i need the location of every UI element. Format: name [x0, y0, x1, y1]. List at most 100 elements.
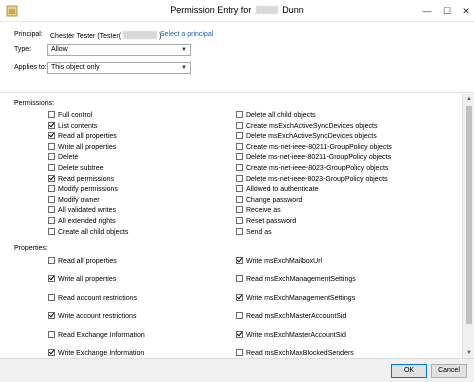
permission-checkbox-item[interactable]: Read permissions [48, 174, 114, 185]
checkbox-unchecked[interactable] [48, 257, 55, 264]
checkbox-unchecked[interactable] [236, 174, 243, 182]
checkbox-checked[interactable] [48, 132, 55, 140]
permission-checkbox-item[interactable]: Allowed to authenticate [236, 185, 318, 195]
checkbox-label: Change password [246, 196, 303, 204]
permission-checkbox-item[interactable]: Read all properties [48, 257, 117, 267]
permission-checkbox-item[interactable]: Modify owner [48, 195, 100, 206]
checkbox-unchecked[interactable] [48, 164, 55, 171]
permission-checkbox-item[interactable]: Receive as [236, 206, 281, 216]
checkbox-unchecked[interactable] [48, 293, 55, 301]
checkbox-unchecked[interactable] [236, 111, 243, 118]
checkbox-unchecked[interactable] [48, 217, 55, 224]
properties-label: Properties: [14, 245, 48, 252]
checkbox-label: Write all properties [58, 143, 117, 151]
checkbox-checked[interactable] [48, 312, 55, 320]
checkbox-label: Delete all child objects [246, 112, 316, 119]
minimize-button[interactable]: — [417, 3, 437, 19]
type-combobox[interactable]: Allow ▼ [47, 44, 191, 56]
checkbox-unchecked[interactable] [236, 121, 243, 129]
permission-checkbox-item[interactable]: Write msExchManagementSettings [236, 293, 356, 304]
permission-checkbox-item[interactable]: Write msExchMasterAccountSid [236, 330, 346, 341]
permission-checkbox-item[interactable]: Full control [48, 111, 92, 121]
checkbox-checked[interactable] [236, 330, 243, 338]
scroll-up-arrow-icon[interactable]: ▲ [463, 94, 474, 104]
checkbox-unchecked[interactable] [236, 164, 243, 171]
checkbox-unchecked[interactable] [48, 142, 55, 150]
permissions-scroll-area[interactable]: Permissions: Full control List contents Re… [0, 94, 462, 358]
checkbox-checked[interactable] [236, 257, 243, 264]
ok-button[interactable]: OK [391, 364, 427, 378]
checkbox-unchecked[interactable] [236, 275, 243, 283]
permission-checkbox-item[interactable]: Write Exchange Information [48, 349, 144, 358]
permission-checkbox-item[interactable]: Reset password [236, 217, 296, 227]
checkbox-unchecked[interactable] [236, 217, 243, 224]
checkbox-label: Write msExchManagementSettings [246, 294, 356, 302]
checkbox-label: Read msExchMaxBlockedSenders [246, 350, 354, 357]
close-button[interactable]: ✕ [456, 3, 474, 19]
permission-checkbox-item[interactable]: Write account restrictions [48, 312, 136, 322]
permission-checkbox-item[interactable]: Create msExchActiveSyncDevices objects [236, 121, 378, 132]
permission-checkbox-item[interactable]: Read msExchMaxBlockedSenders [236, 349, 354, 358]
permission-checkbox-item[interactable]: Read all properties [48, 132, 117, 142]
checkbox-unchecked[interactable] [48, 206, 55, 214]
window-title: Permission Entry for Dunn [0, 5, 474, 15]
chevron-down-icon: ▼ [181, 65, 187, 71]
checkbox-unchecked[interactable] [236, 132, 243, 140]
cancel-button[interactable]: Cancel [431, 364, 467, 378]
permission-checkbox-item[interactable]: Read msExchManagementSettings [236, 275, 356, 285]
permission-checkbox-item[interactable]: Read Exchange Information [48, 330, 145, 341]
select-principal-link[interactable]: Select a principal [160, 31, 213, 38]
checkbox-checked[interactable] [48, 121, 55, 129]
checkbox-unchecked[interactable] [48, 195, 55, 203]
checkbox-unchecked[interactable] [48, 111, 55, 118]
checkbox-unchecked[interactable] [236, 312, 243, 320]
applies-to-combobox[interactable]: This object only ▼ [47, 62, 191, 74]
checkbox-unchecked[interactable] [236, 142, 243, 150]
maximize-button[interactable]: ☐ [437, 3, 457, 19]
checkbox-checked[interactable] [48, 174, 55, 182]
scroll-down-arrow-icon[interactable]: ▼ [463, 348, 474, 358]
dialog-footer: OK Cancel [0, 358, 474, 382]
checkbox-unchecked[interactable] [48, 185, 55, 193]
permission-checkbox-item[interactable]: All validated writes [48, 206, 116, 216]
checkbox-label: All extended rights [58, 218, 116, 225]
vertical-scrollbar[interactable]: ▲ ▼ [462, 94, 474, 358]
checkbox-unchecked[interactable] [236, 185, 243, 193]
checkbox-unchecked[interactable] [236, 227, 243, 235]
permission-checkbox-item[interactable]: Delete all child objects [236, 111, 316, 121]
principal-label: Principal: [14, 31, 43, 38]
permission-checkbox-item[interactable]: Create ms-net-ieee-8023-GroupPolicy obje… [236, 164, 388, 174]
permission-checkbox-item[interactable]: Change password [236, 195, 303, 206]
permission-checkbox-item[interactable]: Delete subtree [48, 164, 104, 174]
checkbox-unchecked[interactable] [48, 153, 55, 161]
permission-checkbox-item[interactable]: Create ms-net-ieee-80211-GroupPolicy obj… [236, 142, 392, 153]
checkbox-unchecked[interactable] [236, 206, 243, 214]
checkbox-unchecked[interactable] [48, 330, 55, 338]
permission-checkbox-item[interactable]: Delete ms-net-ieee-8023-GroupPolicy obje… [236, 174, 388, 185]
permission-checkbox-item[interactable]: Write msExchMailboxUrl [236, 257, 322, 267]
permission-checkbox-item[interactable]: Delete [48, 153, 78, 163]
permission-checkbox-item[interactable]: Read account restrictions [48, 293, 137, 304]
checkbox-checked[interactable] [48, 275, 55, 283]
checkbox-checked[interactable] [48, 349, 55, 356]
permission-checkbox-item[interactable]: Delete ms-net-ieee-80211-GroupPolicy obj… [236, 153, 391, 163]
permission-checkbox-item[interactable]: Read msExchMasterAccountSid [236, 312, 346, 322]
checkbox-label: Full control [58, 112, 93, 119]
checkbox-checked[interactable] [236, 293, 243, 301]
checkbox-label: Read all properties [58, 133, 117, 141]
checkbox-unchecked[interactable] [236, 153, 243, 161]
permission-checkbox-item[interactable]: Create all child objects [48, 227, 128, 238]
checkbox-label: Send as [246, 228, 272, 236]
checkbox-unchecked[interactable] [48, 227, 55, 235]
permission-checkbox-item[interactable]: Write all properties [48, 275, 116, 285]
checkbox-unchecked[interactable] [236, 195, 243, 203]
permission-checkbox-item[interactable]: Send as [236, 227, 272, 238]
permission-checkbox-item[interactable]: All extended rights [48, 217, 116, 227]
permission-checkbox-item[interactable]: Modify permissions [48, 185, 118, 195]
permission-checkbox-item[interactable]: Delete msExchActiveSyncDevices objects [236, 132, 377, 142]
checkbox-unchecked[interactable] [236, 349, 243, 356]
scrollbar-thumb[interactable] [466, 106, 472, 324]
permission-checkbox-item[interactable]: List contents [48, 121, 97, 132]
checkbox-label: Delete [58, 154, 79, 162]
permission-checkbox-item[interactable]: Write all properties [48, 142, 117, 153]
